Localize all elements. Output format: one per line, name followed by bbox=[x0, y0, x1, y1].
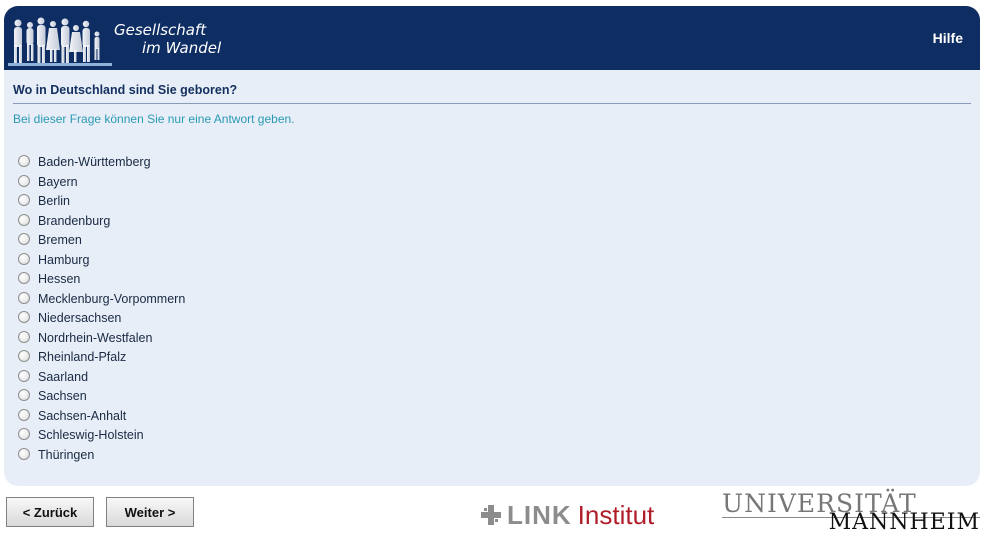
radio-button[interactable] bbox=[18, 233, 30, 245]
option-label[interactable]: Nordrhein-Westfalen bbox=[38, 331, 152, 345]
option-row[interactable]: Baden-Württemberg bbox=[18, 153, 418, 173]
uni-line2: MANNHEIM bbox=[828, 510, 980, 535]
radio-button[interactable] bbox=[18, 350, 30, 362]
radio-button[interactable] bbox=[18, 252, 30, 265]
option-label[interactable]: Hamburg bbox=[38, 253, 89, 267]
question-title: Wo in Deutschland sind Sie geboren? bbox=[13, 83, 238, 97]
option-row[interactable]: Mecklenburg-Vorpommern bbox=[18, 290, 418, 310]
option-row[interactable]: Niedersachsen bbox=[18, 309, 418, 329]
option-label[interactable]: Bayern bbox=[38, 175, 78, 189]
option-label[interactable]: Mecklenburg-Vorpommern bbox=[38, 292, 185, 306]
option-label[interactable]: Schleswig-Holstein bbox=[38, 428, 144, 442]
radio-button[interactable] bbox=[18, 155, 30, 167]
option-label[interactable]: Hessen bbox=[38, 272, 80, 286]
option-label[interactable]: Thüringen bbox=[38, 448, 94, 462]
radio-button[interactable] bbox=[18, 194, 30, 206]
option-row[interactable]: Nordrhein-Westfalen bbox=[18, 329, 418, 349]
help-link[interactable]: Hilfe bbox=[933, 30, 963, 46]
option-row[interactable]: Sachsen bbox=[18, 387, 418, 407]
link-institut-logo: LINK Institut bbox=[481, 500, 654, 530]
option-row[interactable]: Rheinland-Pfalz bbox=[18, 348, 418, 368]
option-row[interactable]: Berlin bbox=[18, 192, 418, 212]
radio-button[interactable] bbox=[18, 408, 30, 421]
header-bar: Gesellschaft im Wandel Hilfe bbox=[4, 6, 980, 70]
logo-text-line1: Gesellschaft bbox=[114, 21, 207, 39]
option-row[interactable]: Saarland bbox=[18, 368, 418, 388]
option-row[interactable]: Hessen bbox=[18, 270, 418, 290]
option-label[interactable]: Sachsen-Anhalt bbox=[38, 409, 126, 423]
link-wordmark: LINK bbox=[507, 500, 572, 530]
radio-button[interactable] bbox=[18, 389, 30, 401]
option-label[interactable]: Saarland bbox=[38, 370, 88, 384]
option-label[interactable]: Baden-Württemberg bbox=[38, 155, 151, 169]
option-row[interactable]: Schleswig-Holstein bbox=[18, 426, 418, 446]
option-label[interactable]: Bremen bbox=[38, 233, 82, 247]
option-label[interactable]: Brandenburg bbox=[38, 214, 110, 228]
option-row[interactable]: Bremen bbox=[18, 231, 418, 251]
option-row[interactable]: Bayern bbox=[18, 173, 418, 193]
option-label[interactable]: Sachsen bbox=[38, 389, 87, 403]
radio-button[interactable] bbox=[18, 291, 30, 304]
radio-button[interactable] bbox=[18, 311, 30, 323]
option-row[interactable]: Brandenburg bbox=[18, 212, 418, 232]
divider bbox=[13, 103, 971, 104]
option-label[interactable]: Rheinland-Pfalz bbox=[38, 350, 126, 364]
option-label[interactable]: Berlin bbox=[38, 194, 70, 208]
radio-button[interactable] bbox=[18, 272, 30, 284]
radio-button[interactable] bbox=[18, 213, 30, 226]
option-label[interactable]: Niedersachsen bbox=[38, 311, 121, 325]
gesellschaft-im-wandel-logo: Gesellschaft im Wandel bbox=[8, 10, 232, 68]
back-button[interactable]: < Zurück bbox=[6, 497, 94, 527]
institut-wordmark: Institut bbox=[577, 500, 655, 530]
radio-button[interactable] bbox=[18, 447, 30, 460]
survey-panel: Gesellschaft im Wandel Hilfe Wo in Deuts… bbox=[4, 6, 980, 486]
logo-text-line2: im Wandel bbox=[142, 39, 222, 57]
link-cross-icon bbox=[481, 505, 501, 525]
radio-button[interactable] bbox=[18, 174, 30, 187]
next-button[interactable]: Weiter > bbox=[106, 497, 194, 527]
option-row[interactable]: Thüringen bbox=[18, 446, 418, 466]
radio-button[interactable] bbox=[18, 330, 30, 343]
option-row[interactable]: Hamburg bbox=[18, 251, 418, 271]
answer-options: Baden-Württemberg Bayern Berlin Brandenb… bbox=[18, 153, 418, 465]
option-row[interactable]: Sachsen-Anhalt bbox=[18, 407, 418, 427]
radio-button[interactable] bbox=[18, 428, 30, 440]
universitaet-mannheim-logo: UNIVERSITÄT MANNHEIM bbox=[722, 490, 980, 536]
people-silhouettes-icon bbox=[8, 17, 112, 66]
question-instruction: Bei dieser Frage können Sie nur eine Ant… bbox=[13, 112, 295, 126]
radio-button[interactable] bbox=[18, 369, 30, 382]
